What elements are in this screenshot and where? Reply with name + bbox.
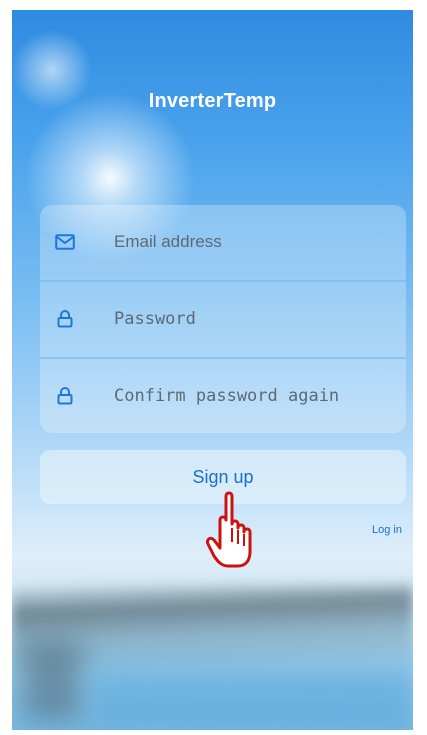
hand-pointer-icon <box>204 490 260 570</box>
login-link[interactable]: Log in <box>352 524 402 536</box>
lock-icon <box>54 308 76 330</box>
background-pool-edge <box>22 640 82 720</box>
email-input[interactable] <box>114 232 394 252</box>
confirm-password-input[interactable] <box>114 386 394 406</box>
password-field-row <box>40 282 406 356</box>
background-pool-water <box>92 670 412 730</box>
mail-icon <box>54 231 76 253</box>
app-title: InverterTemp <box>148 90 277 112</box>
signup-form <box>40 205 406 433</box>
lock-icon <box>54 385 76 407</box>
signup-screen: InverterTemp Email address Sign up Log i… <box>12 10 413 730</box>
email-field-row <box>40 205 406 279</box>
password-input[interactable] <box>114 309 394 329</box>
confirm-password-field-row <box>40 359 406 433</box>
